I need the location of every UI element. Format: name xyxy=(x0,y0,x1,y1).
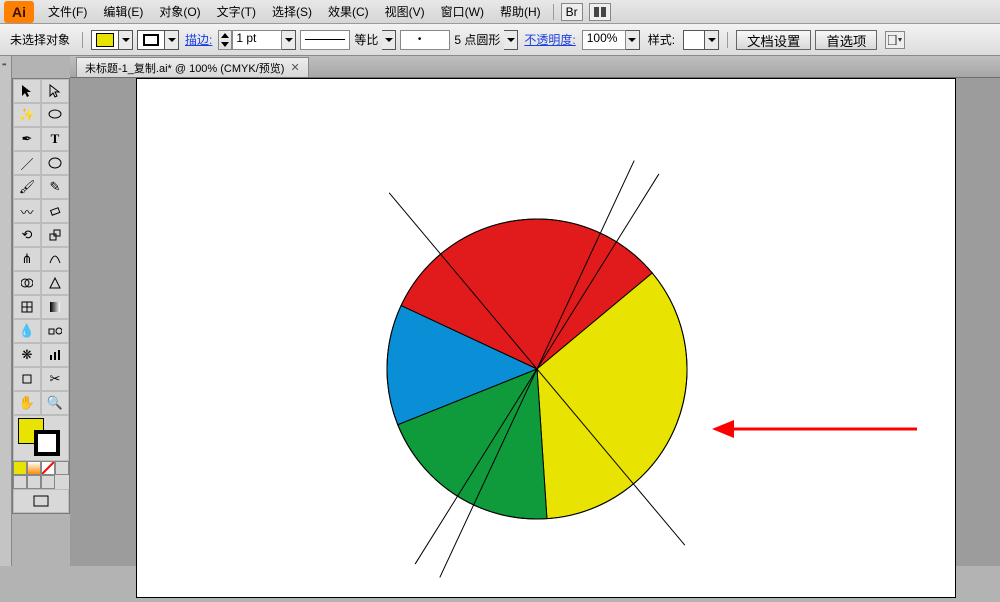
color-mode-extra[interactable] xyxy=(55,461,69,475)
canvas-area[interactable] xyxy=(70,78,1000,566)
stroke-color-icon[interactable] xyxy=(34,430,60,456)
draw-behind-icon[interactable] xyxy=(27,475,41,489)
tool-panel: ✨ ✒T ／ 🖌✎ 〰 ⟲ ⋔ 💧 ❋ ✂ ✋🔍 xyxy=(12,78,70,514)
tool-artboard[interactable] xyxy=(13,367,41,391)
color-mode-row xyxy=(13,461,69,475)
tool-pen[interactable]: ✒ xyxy=(13,127,41,151)
tool-blob[interactable]: 〰 xyxy=(13,199,41,223)
tool-direct-selection[interactable] xyxy=(41,79,69,103)
draw-normal-icon[interactable] xyxy=(13,475,27,489)
tool-width[interactable]: ⋔ xyxy=(13,247,41,271)
opacity-link[interactable]: 不透明度: xyxy=(522,31,577,48)
stroke-label-link[interactable]: 描边: xyxy=(183,31,214,48)
tool-zoom[interactable]: 🔍 xyxy=(41,391,69,415)
panel-menu-icon[interactable] xyxy=(885,31,905,49)
color-mode-solid[interactable] xyxy=(13,461,27,475)
fill-swatch[interactable] xyxy=(91,30,133,50)
tool-ellipse[interactable] xyxy=(41,151,69,175)
menu-object[interactable]: 对象(O) xyxy=(151,0,208,24)
tool-type[interactable]: T xyxy=(41,127,69,151)
artwork-svg xyxy=(137,79,957,599)
tool-scale[interactable] xyxy=(41,223,69,247)
color-mode-gradient[interactable] xyxy=(27,461,41,475)
document-tab-bar: 未标题-1_复制.ai* @ 100% (CMYK/预览) ✕ xyxy=(70,56,1000,78)
doc-setup-button[interactable]: 文档设置 xyxy=(736,30,811,50)
tool-shape-builder[interactable] xyxy=(13,271,41,295)
tool-lasso[interactable] xyxy=(41,103,69,127)
menu-edit[interactable]: 编辑(E) xyxy=(95,0,151,24)
tool-pencil[interactable]: ✎ xyxy=(41,175,69,199)
separator xyxy=(553,4,554,20)
bridge-icon[interactable]: Br xyxy=(561,3,583,21)
tool-eyedropper[interactable]: 💧 xyxy=(13,319,41,343)
artboard[interactable] xyxy=(136,78,956,598)
screen-mode-button[interactable] xyxy=(13,489,69,513)
tool-gradient[interactable] xyxy=(41,295,69,319)
menu-type[interactable]: 文字(T) xyxy=(209,0,264,24)
tool-line[interactable]: ／ xyxy=(13,151,41,175)
menu-file[interactable]: 文件(F) xyxy=(40,0,95,24)
tool-magic-wand[interactable]: ✨ xyxy=(13,103,41,127)
tool-hand[interactable]: ✋ xyxy=(13,391,41,415)
tool-slice[interactable]: ✂ xyxy=(41,367,69,391)
stroke-weight-input[interactable]: 1 pt xyxy=(218,30,296,50)
menu-view[interactable]: 视图(V) xyxy=(377,0,433,24)
separator xyxy=(82,32,83,48)
control-bar: 未选择对象 描边: 1 pt 等比 • 5 点圆形 不透明度: 100% 样式:… xyxy=(0,24,1000,56)
stroke-swatch[interactable] xyxy=(137,30,179,50)
prefs-button[interactable]: 首选项 xyxy=(815,30,877,50)
brush-def[interactable]: • 5 点圆形 xyxy=(400,30,518,50)
arrange-icon[interactable] xyxy=(589,3,611,21)
menu-select[interactable]: 选择(S) xyxy=(264,0,320,24)
screen-mode-row xyxy=(13,475,69,489)
tool-brush[interactable]: 🖌 xyxy=(13,175,41,199)
workspace: •• ✨ ✒T ／ 🖌✎ 〰 ⟲ ⋔ 💧 ❋ ✂ ✋🔍 xyxy=(0,56,1000,566)
tool-selection[interactable] xyxy=(13,79,41,103)
tool-symbol[interactable]: ❋ xyxy=(13,343,41,367)
document-tab-title: 未标题-1_复制.ai* @ 100% (CMYK/预览) xyxy=(85,60,284,76)
style-swatch[interactable] xyxy=(683,30,719,50)
tool-warp[interactable] xyxy=(41,247,69,271)
close-icon[interactable]: ✕ xyxy=(290,61,299,74)
tool-graph[interactable] xyxy=(41,343,69,367)
document-tab[interactable]: 未标题-1_复制.ai* @ 100% (CMYK/预览) ✕ xyxy=(76,57,309,77)
style-label: 样式: xyxy=(644,31,679,48)
tool-perspective[interactable] xyxy=(41,271,69,295)
tool-blend[interactable] xyxy=(41,319,69,343)
fill-stroke-indicator[interactable] xyxy=(13,415,69,461)
menu-effect[interactable]: 效果(C) xyxy=(320,0,377,24)
menu-help[interactable]: 帮助(H) xyxy=(492,0,549,24)
tool-mesh[interactable] xyxy=(13,295,41,319)
tool-eraser[interactable] xyxy=(41,199,69,223)
tool-rotate[interactable]: ⟲ xyxy=(13,223,41,247)
color-mode-none[interactable] xyxy=(41,461,55,475)
menu-window[interactable]: 窗口(W) xyxy=(433,0,492,24)
draw-inside-icon[interactable] xyxy=(41,475,55,489)
menu-bar: Ai 文件(F) 编辑(E) 对象(O) 文字(T) 选择(S) 效果(C) 视… xyxy=(0,0,1000,24)
dock-strip[interactable]: •• xyxy=(0,56,12,566)
selection-status: 未选择对象 xyxy=(6,31,74,48)
stroke-profile[interactable]: 等比 xyxy=(300,30,396,50)
opacity-input[interactable]: 100% xyxy=(582,30,640,50)
separator xyxy=(727,32,728,48)
app-logo: Ai xyxy=(4,1,34,23)
